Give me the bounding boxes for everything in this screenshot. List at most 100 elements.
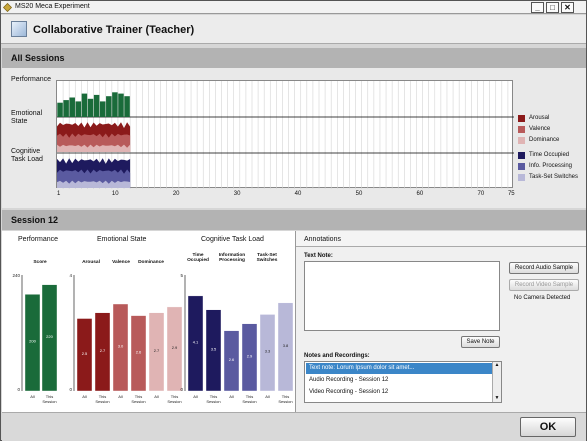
x-tick-label: 20 (172, 191, 180, 197)
ok-button[interactable]: OK (520, 417, 576, 437)
chart-column-title: Valence (112, 259, 130, 265)
performance-bar (57, 102, 63, 117)
app-window: MS20 Meca Experiment _ □ ✕ Collaborative… (0, 0, 587, 441)
bar-value-label: 3.5 (211, 346, 217, 351)
list-item[interactable]: Text note: Lorum Ipsum dolor sit amet... (306, 363, 493, 374)
x-category-label: Session (242, 399, 256, 404)
x-tick-label: 40 (294, 191, 302, 197)
performance-bar (99, 101, 106, 117)
list-item[interactable]: Video Recording - Session 12 (306, 387, 493, 398)
legend-swatch (518, 115, 525, 122)
bar-value-label: 4.1 (193, 339, 199, 344)
x-category-label: All (193, 394, 198, 399)
x-category-label: All (30, 394, 35, 399)
record-video-button[interactable]: Record Video Sample (509, 279, 579, 291)
bar-value-label: 220 (46, 334, 53, 339)
text-note-input[interactable] (304, 261, 500, 331)
session-bar: Session 12 (2, 210, 586, 230)
chart-column-title: Dominance (138, 259, 164, 265)
all-sessions-panel: Performance Emotional State Cognitive Ta… (2, 68, 586, 208)
close-button[interactable]: ✕ (561, 2, 574, 13)
legend-swatch (518, 126, 525, 133)
bar-value-label: 3.8 (283, 343, 289, 348)
scroll-up-icon[interactable]: ▲ (493, 362, 501, 369)
x-category-label: All (154, 394, 159, 399)
sessions-timeline[interactable] (56, 80, 514, 189)
list-item[interactable]: Audio Recording - Session 12 (306, 375, 493, 386)
x-category-label: Session (167, 399, 181, 404)
notes-list[interactable]: Text note: Lorum Ipsum dolor sit amet...… (304, 361, 502, 403)
performance-bar (106, 96, 112, 117)
performance-bar (93, 94, 100, 117)
record-audio-button[interactable]: Record Audio Sample (509, 262, 579, 274)
performance-heading: Performance (18, 236, 59, 243)
x-tick-label: 10 (111, 191, 119, 197)
minimize-button[interactable]: _ (531, 2, 544, 13)
text-note-label: Text Note: (304, 253, 333, 259)
x-category-label: All (265, 394, 270, 399)
bar-value-label: 2.9 (247, 353, 253, 358)
x-tick-label: 50 (355, 191, 363, 197)
x-category-label: Session (206, 399, 220, 404)
footer-bar: OK (2, 412, 586, 441)
timeline-svg (57, 81, 514, 189)
app-icon (3, 3, 12, 12)
bar-value-label: 3.3 (265, 349, 271, 354)
bar-value-label: 2.6 (229, 357, 235, 362)
chart-column-title: Switches (257, 257, 278, 263)
x-category-label: Session (278, 399, 292, 404)
x-tick-label: 75 (507, 191, 515, 197)
performance-bar (81, 93, 88, 117)
y-tick-label: 0 (180, 387, 183, 392)
window-title: MS20 Meca Experiment (15, 3, 90, 10)
notes-label: Notes and Recordings: (304, 353, 370, 359)
cognitive-heading: Cognitive Task Load (201, 236, 264, 243)
bar-value-label: 2.7 (100, 348, 106, 353)
cognitive-row-label: Cognitive Task Load (11, 148, 43, 163)
emotional-row-label: Emotional State (11, 110, 43, 125)
performance-bar (87, 98, 94, 117)
bar-value-label: 2.7 (154, 348, 160, 353)
y-tick-label: 0 (17, 387, 20, 392)
chart-column-title: Processing (219, 257, 245, 263)
x-category-label: All (229, 394, 234, 399)
bar-value-label: 3.0 (118, 344, 124, 349)
performance-bar (124, 96, 130, 117)
legend-swatch (518, 163, 525, 170)
all-sessions-bar: All Sessions (2, 48, 586, 68)
chart-title: Score (33, 259, 47, 265)
annotations-header: Annotations (296, 231, 586, 247)
bar-value-label: 2.9 (172, 345, 178, 350)
performance-bar (63, 100, 69, 117)
x-category-label: Session (42, 399, 56, 404)
annotations-panel: Annotations Text Note: Record Audio Samp… (295, 231, 586, 412)
maximize-button[interactable]: □ (546, 2, 559, 13)
app-header: Collaborative Trainer (Teacher) (1, 15, 586, 44)
title-bar: MS20 Meca Experiment _ □ ✕ (1, 1, 586, 14)
x-tick-label: 60 (416, 191, 424, 197)
all-sessions-title: All Sessions (11, 53, 65, 63)
y-tick-label: 5 (180, 273, 183, 278)
bar-value-label: 2.6 (136, 349, 142, 354)
x-category-label: Session (95, 399, 109, 404)
x-tick-label: 70 (477, 191, 485, 197)
performance-row-label: Performance (11, 76, 52, 83)
bar-value-label: 200 (29, 339, 36, 344)
performance-bar (112, 92, 118, 117)
chart-column-title: Occupied (187, 257, 209, 263)
performance-bar (118, 93, 124, 117)
legend-swatch (518, 137, 525, 144)
no-camera-status: No Camera Detected (514, 295, 571, 301)
performance-bar (75, 101, 82, 117)
trainer-icon (11, 21, 27, 37)
session-title: Session 12 (11, 215, 59, 225)
page-title: Collaborative Trainer (Teacher) (33, 24, 195, 36)
emotional-heading: Emotional State (97, 236, 147, 243)
notes-scrollbar[interactable]: ▲ ▼ (492, 362, 501, 402)
x-tick-label: 30 (233, 191, 241, 197)
x-category-label: All (118, 394, 123, 399)
save-note-button[interactable]: Save Note (461, 336, 500, 348)
performance-bar (69, 97, 75, 117)
annotations-title: Annotations (304, 236, 341, 243)
scroll-down-icon[interactable]: ▼ (493, 395, 501, 402)
